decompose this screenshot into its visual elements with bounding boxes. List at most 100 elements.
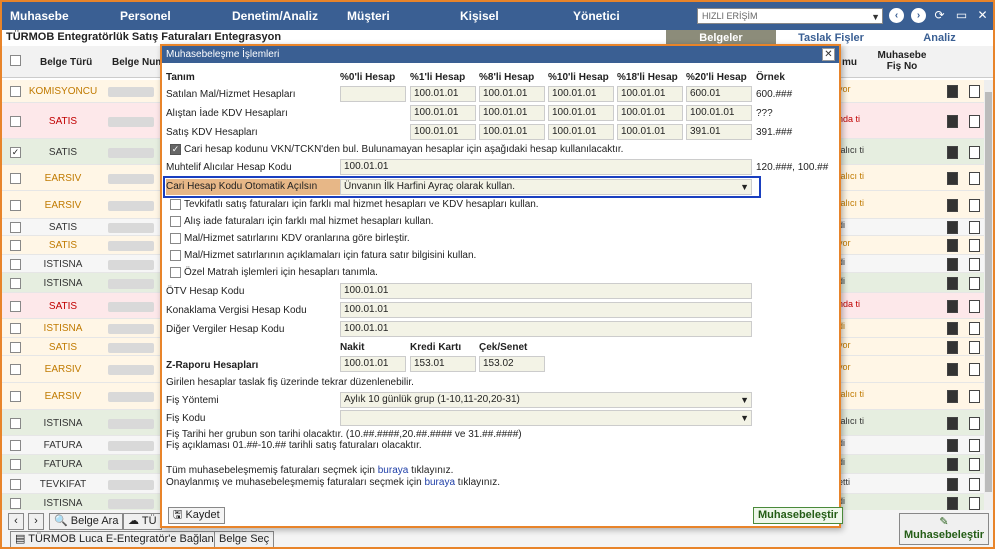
alistan-iade-1-input[interactable]: 100.01.01 [410,105,476,121]
satis-kdv-20-input[interactable]: 391.01 [686,124,752,140]
nav-denetim[interactable]: Denetim/Analiz [232,9,318,23]
pdf-icon[interactable] [969,497,980,510]
tevkifat-checkbox[interactable] [170,199,181,210]
satilan-mal-18-input[interactable]: 100.01.01 [617,86,683,102]
muhasebelestir-main-button[interactable]: ✎ Muhasebeleştir [899,513,989,545]
pdf-icon[interactable] [969,300,980,313]
tab-analiz[interactable]: Analiz [886,30,993,46]
alis-iade-checkbox[interactable] [170,216,181,227]
satilan-mal-0-input[interactable] [340,86,406,102]
document-icon[interactable] [947,115,958,128]
pdf-icon[interactable] [969,458,980,471]
satilan-mal-20-input[interactable]: 600.01 [686,86,752,102]
document-icon[interactable] [947,221,958,234]
scrollbar-thumb[interactable] [985,92,992,492]
alistan-iade-8-input[interactable]: 100.01.01 [479,105,545,121]
select-approved-link[interactable]: buraya [424,477,455,488]
document-icon[interactable] [947,341,958,354]
pdf-icon[interactable] [969,199,980,212]
alistan-iade-20-input[interactable]: 100.01.01 [686,105,752,121]
nav-yonetici[interactable]: Yönetici [573,9,620,23]
alistan-iade-18-input[interactable]: 100.01.01 [617,105,683,121]
pdf-icon[interactable] [969,115,980,128]
satir-aciklama-checkbox[interactable] [170,250,181,261]
diger-input[interactable]: 100.01.01 [340,321,752,337]
document-icon[interactable] [947,417,958,430]
kredi-input[interactable]: 153.01 [410,356,476,372]
satis-kdv-1-input[interactable]: 100.01.01 [410,124,476,140]
pdf-icon[interactable] [969,341,980,354]
row-checkbox[interactable]: ✓ [10,147,21,158]
close-icon[interactable]: ✕ [975,8,990,23]
satis-kdv-8-input[interactable]: 100.01.01 [479,124,545,140]
nav-kisisel[interactable]: Kişisel [460,9,499,23]
document-icon[interactable] [947,277,958,290]
row-checkbox[interactable] [10,323,21,334]
col-belge-turu[interactable]: Belge Türü [40,57,92,68]
cek-input[interactable]: 153.02 [479,356,545,372]
document-icon[interactable] [947,258,958,271]
nakit-input[interactable]: 100.01.01 [340,356,406,372]
row-checkbox[interactable] [10,440,21,451]
quick-access-select[interactable]: HIZLI ERİŞİM ▼ [697,8,883,24]
row-checkbox[interactable] [10,278,21,289]
belge-ara-button[interactable]: 🔍 Belge Ara [49,513,124,530]
kaydet-button[interactable]: 🖫 Kaydet [168,507,225,524]
document-icon[interactable] [947,199,958,212]
row-checkbox[interactable] [10,364,21,375]
document-icon[interactable] [947,439,958,452]
muhtelif-input[interactable]: 100.01.01 [340,159,752,175]
satis-kdv-10-input[interactable]: 100.01.01 [548,124,614,140]
pdf-icon[interactable] [969,172,980,185]
row-checkbox[interactable] [10,200,21,211]
row-checkbox[interactable] [10,342,21,353]
pdf-icon[interactable] [969,478,980,491]
pdf-icon[interactable] [969,363,980,376]
select-all-checkbox[interactable] [10,55,21,66]
forward-icon[interactable]: › [911,8,926,23]
row-checkbox[interactable] [10,259,21,270]
document-icon[interactable] [947,239,958,252]
row-checkbox[interactable] [10,222,21,233]
row-checkbox[interactable] [10,479,21,490]
nav-muhasebe[interactable]: Muhasebe [10,9,69,23]
window-icon[interactable]: ▭ [954,8,969,23]
cloud-button[interactable]: ☁ TÜ [123,513,162,530]
select-all-link[interactable]: buraya [378,465,409,476]
row-checkbox[interactable] [10,391,21,402]
document-icon[interactable] [947,300,958,313]
document-icon[interactable] [947,458,958,471]
pdf-icon[interactable] [969,417,980,430]
next-page-button[interactable]: › [28,513,44,530]
connect-button[interactable]: ▤ TÜRMOB Luca E-Entegratör'e Bağlan [10,531,219,547]
document-icon[interactable] [947,478,958,491]
nav-personel[interactable]: Personel [120,9,171,23]
col-durum[interactable]: mu [842,57,857,68]
row-checkbox[interactable] [10,240,21,251]
prev-page-button[interactable]: ‹ [8,513,24,530]
document-icon[interactable] [947,172,958,185]
fis-yontemi-select[interactable]: Aylık 10 günlük grup (1-10,11-20,20-31) ▼ [340,392,752,408]
pdf-icon[interactable] [969,322,980,335]
pdf-icon[interactable] [969,258,980,271]
back-icon[interactable]: ‹ [889,8,904,23]
belge-sec-button[interactable]: Belge Seç [214,531,275,547]
col-belge-no[interactable]: Belge Num [112,57,164,68]
row-checkbox[interactable] [10,418,21,429]
pdf-icon[interactable] [969,390,980,403]
pdf-icon[interactable] [969,221,980,234]
dialog-close-icon[interactable]: ✕ [822,48,835,61]
muhasebelestir-button[interactable]: Muhasebeleştir [753,507,844,524]
document-icon[interactable] [947,85,958,98]
ozel-matrah-checkbox[interactable] [170,267,181,278]
pdf-icon[interactable] [969,439,980,452]
satilan-mal-1-input[interactable]: 100.01.01 [410,86,476,102]
document-icon[interactable] [947,146,958,159]
satilan-mal-10-input[interactable]: 100.01.01 [548,86,614,102]
konaklama-input[interactable]: 100.01.01 [340,302,752,318]
document-icon[interactable] [947,497,958,510]
nav-musteri[interactable]: Müşteri [347,9,390,23]
pdf-icon[interactable] [969,239,980,252]
pdf-icon[interactable] [969,146,980,159]
fis-kodu-select[interactable]: ▼ [340,410,752,426]
